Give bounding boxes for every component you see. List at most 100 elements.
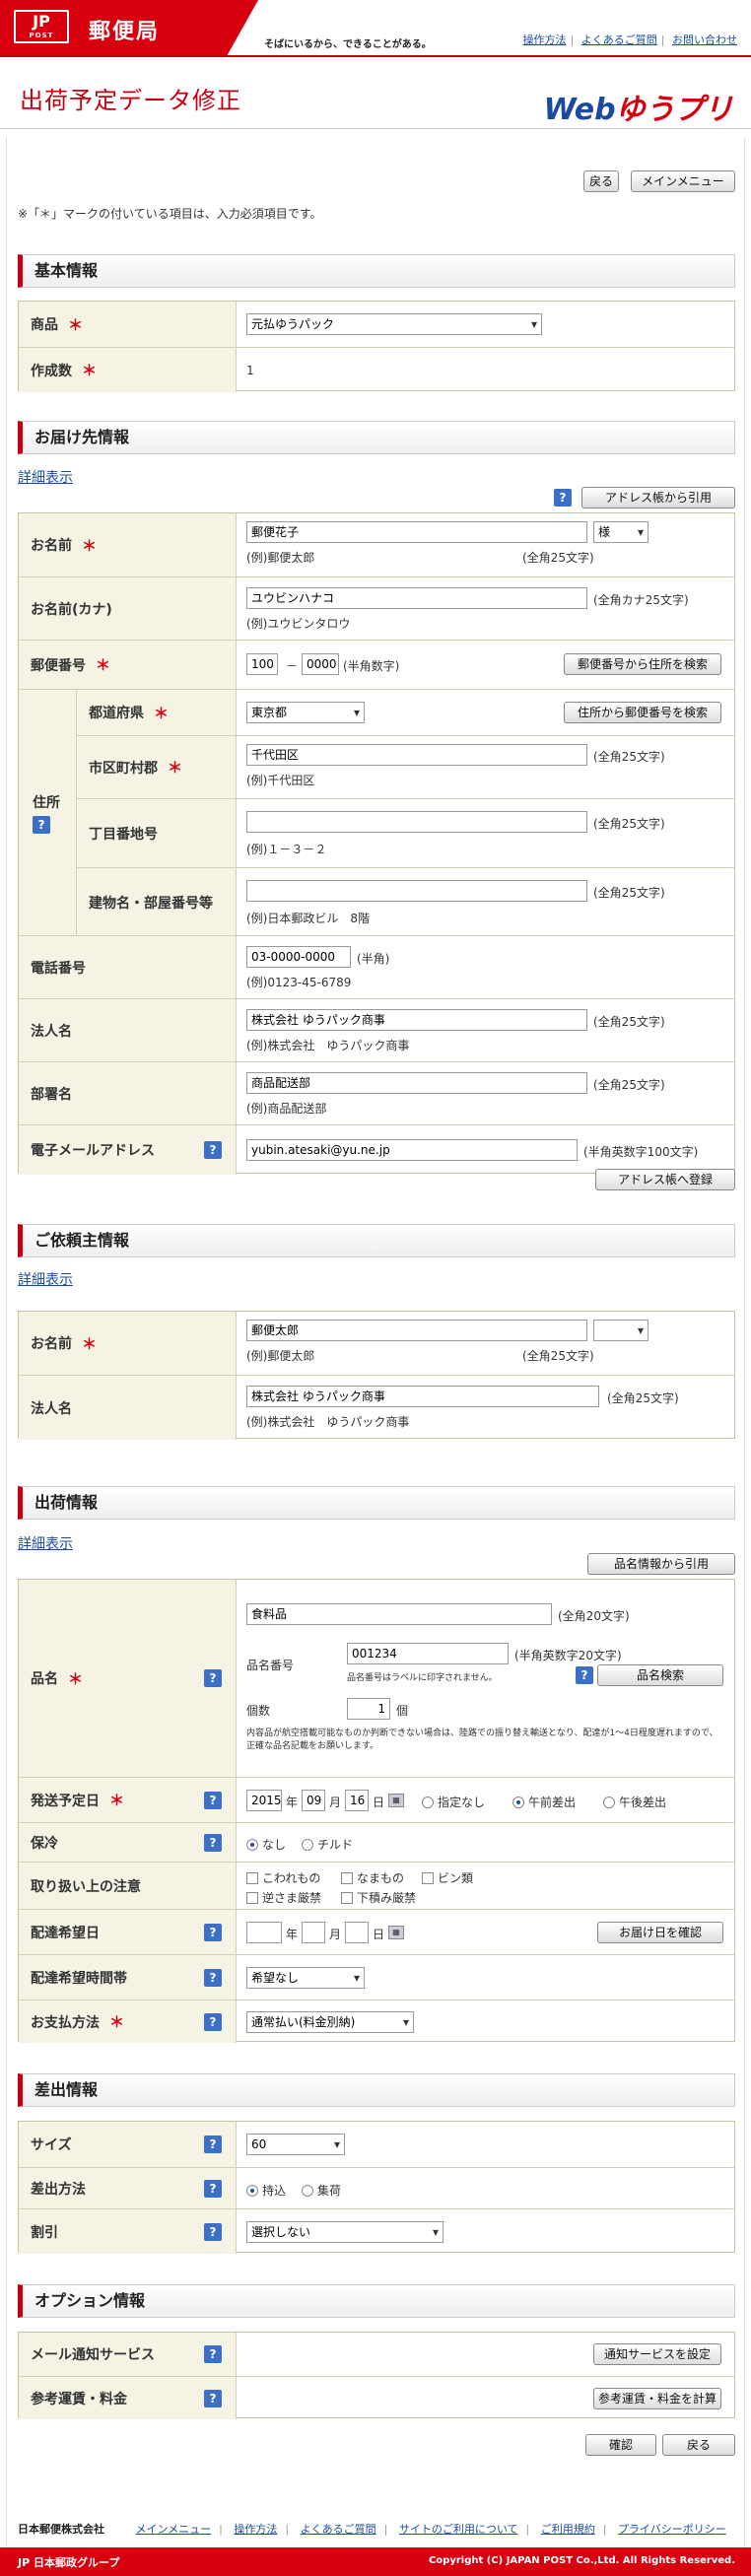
calendar-icon[interactable]: ▦ [388, 1794, 404, 1807]
pref-select[interactable]: 東京都 [246, 702, 365, 723]
zip2-input[interactable]: 0000 [302, 653, 339, 675]
slot-am-radio[interactable]: 午前差出 [512, 1794, 576, 1810]
wish-help-icon[interactable]: ? [204, 1924, 222, 1941]
back-button-bottom[interactable]: 戻る [662, 2434, 735, 2456]
confirm-button[interactable]: 確認 [585, 2434, 656, 2456]
item-search-button[interactable]: 品名検索 [597, 1664, 723, 1686]
care-bottle-checkbox[interactable]: ビン類 [422, 1869, 473, 1886]
sender-honorific-select[interactable] [593, 1320, 649, 1341]
footer-link-terms[interactable]: ご利用規約 [541, 2523, 595, 2536]
footer-link-faq[interactable]: よくあるご質問 [301, 2523, 376, 2536]
care-upside-checkbox[interactable]: 逆さま厳禁 [246, 1889, 321, 1906]
footer-link-site-use[interactable]: サイトのご利用について [399, 2523, 518, 2536]
item-input[interactable]: 食料品 [246, 1603, 552, 1625]
year-unit: 年 [286, 1796, 299, 1809]
pay-select[interactable]: 通常払い(料金別納) [246, 2011, 414, 2033]
slot-none-radio[interactable]: 指定なし [422, 1794, 485, 1810]
recipient-kana-label: お名前(カナ) [19, 577, 236, 640]
cool-chilled-radio[interactable]: チルド [302, 1836, 353, 1853]
method-carryin-radio[interactable]: 持込 [246, 2182, 286, 2199]
footer-link-main-menu[interactable]: メインメニュー [136, 2523, 212, 2536]
wish-year-input[interactable] [246, 1922, 282, 1943]
tagline: そばにいるから、できることがある。 [264, 39, 432, 50]
zip-to-address-button[interactable]: 郵便番号から住所を検索 [564, 653, 721, 675]
honorific-select[interactable]: 様 [593, 521, 649, 543]
time-help-icon[interactable]: ? [204, 1969, 222, 1987]
year-input[interactable]: 2015 [246, 1790, 282, 1811]
link-faq[interactable]: よくあるご質問 [581, 34, 657, 46]
help-icon[interactable]: ? [554, 489, 572, 507]
back-button-top[interactable]: 戻る [583, 170, 619, 192]
fee-label: 参考運賃・料金? [19, 2377, 236, 2419]
header-divider [0, 55, 751, 57]
footer-link-how-to[interactable]: 操作方法 [234, 2523, 277, 2536]
addressbook-quote-button[interactable]: アドレス帳から引用 [581, 487, 735, 508]
qty-input[interactable]: 1 [347, 1698, 390, 1720]
address-to-zip-button[interactable]: 住所から郵便番号を検索 [564, 702, 721, 723]
discount-select[interactable]: 選択しない [246, 2221, 444, 2243]
fee-help-icon[interactable]: ? [204, 2390, 222, 2407]
address-help-icon[interactable]: ? [33, 815, 50, 834]
webyupri-logo: Webゆうプリ [543, 93, 733, 127]
wish-calendar-icon[interactable]: ▦ [388, 1926, 404, 1939]
recipient-detail-link[interactable]: 詳細表示 [18, 467, 73, 487]
email-input[interactable]: yubin.atesaki@yu.ne.jp [246, 1139, 578, 1161]
sender-detail-link[interactable]: 詳細表示 [18, 1269, 73, 1289]
code-input[interactable]: 001234 [347, 1643, 509, 1664]
fee-calc-button[interactable]: 参考運賃・料金を計算 [593, 2388, 721, 2409]
time-select[interactable]: 希望なし [246, 1967, 365, 1989]
city-input[interactable]: 千代田区 [246, 744, 587, 766]
care-fragile-checkbox[interactable]: こわれもの [246, 1869, 320, 1886]
shipment-form: 品名＊? 食料品 (全角20文字) 品名番号 001234 (半角英数字20文字… [18, 1579, 735, 2043]
product-select[interactable]: 元払ゆうパック [246, 313, 542, 335]
month-input[interactable]: 09 [302, 1790, 325, 1811]
pay-help-icon[interactable]: ? [204, 2013, 222, 2031]
bldg-input[interactable] [246, 880, 587, 902]
code-help-icon[interactable]: ? [576, 1666, 593, 1684]
left-rule [6, 138, 7, 2552]
link-contact[interactable]: お問い合わせ [672, 34, 737, 46]
pay-label: お支払方法＊? [19, 2000, 236, 2043]
size-select[interactable]: 60 [246, 2134, 345, 2155]
recipient-kana-input[interactable]: ユウビンハナコ [246, 587, 587, 609]
dept-input[interactable]: 商品配送部 [246, 1072, 587, 1094]
section-sender-heading: ご依頼主情報 [18, 1224, 735, 1257]
method-pickup-radio[interactable]: 集荷 [302, 2182, 341, 2199]
mail-help-icon[interactable]: ? [204, 2345, 222, 2363]
zip1-input[interactable]: 100 [246, 653, 278, 675]
jp-post-logo[interactable]: JP POST [14, 10, 69, 43]
item-help-icon[interactable]: ? [204, 1669, 222, 1687]
mail-notification-button[interactable]: 通知サービスを設定 [593, 2343, 721, 2365]
care-stack-checkbox[interactable]: 下積み厳禁 [341, 1889, 416, 1906]
slot-pm-radio[interactable]: 午後差出 [603, 1794, 666, 1810]
sender-name-hint: (全角25文字) [522, 1349, 594, 1363]
corp-hint: (全角25文字) [593, 1015, 665, 1029]
sender-corp-input[interactable]: 株式会社 ゆうパック商事 [246, 1386, 599, 1407]
shipment-detail-link[interactable]: 詳細表示 [18, 1533, 73, 1553]
link-how-to[interactable]: 操作方法 [523, 34, 567, 46]
date-help-icon[interactable]: ? [204, 1792, 222, 1809]
care-perishable-checkbox[interactable]: なまもの [341, 1869, 404, 1886]
footer-company: 日本郵便株式会社 [18, 2523, 104, 2536]
day-input[interactable]: 16 [345, 1790, 369, 1811]
wish-month-input[interactable] [302, 1922, 325, 1943]
goods-quote-button[interactable]: 品名情報から引用 [587, 1553, 735, 1575]
check-delivery-date-button[interactable]: お届け日を確認 [597, 1922, 723, 1943]
block-input[interactable] [246, 811, 587, 833]
page-title: 出荷予定データ修正 [20, 87, 241, 114]
size-help-icon[interactable]: ? [204, 2135, 222, 2153]
cool-help-icon[interactable]: ? [204, 1834, 222, 1852]
email-help-icon[interactable]: ? [204, 1141, 222, 1159]
register-addressbook-button[interactable]: アドレス帳へ登録 [595, 1169, 735, 1190]
discount-help-icon[interactable]: ? [204, 2223, 222, 2241]
block-hint: (全角25文字) [593, 817, 665, 831]
footer-link-privacy[interactable]: プライバシーポリシー [618, 2523, 726, 2536]
recipient-name-input[interactable]: 郵便花子 [246, 521, 587, 543]
sender-name-input[interactable]: 郵便太郎 [246, 1320, 587, 1341]
main-menu-button-top[interactable]: メインメニュー [631, 170, 735, 192]
wish-day-input[interactable] [345, 1922, 369, 1943]
corp-input[interactable]: 株式会社 ゆうパック商事 [246, 1009, 587, 1031]
cool-none-radio[interactable]: なし [246, 1836, 286, 1853]
tel-input[interactable]: 03-0000-0000 [246, 946, 351, 968]
method-help-icon[interactable]: ? [204, 2180, 222, 2198]
